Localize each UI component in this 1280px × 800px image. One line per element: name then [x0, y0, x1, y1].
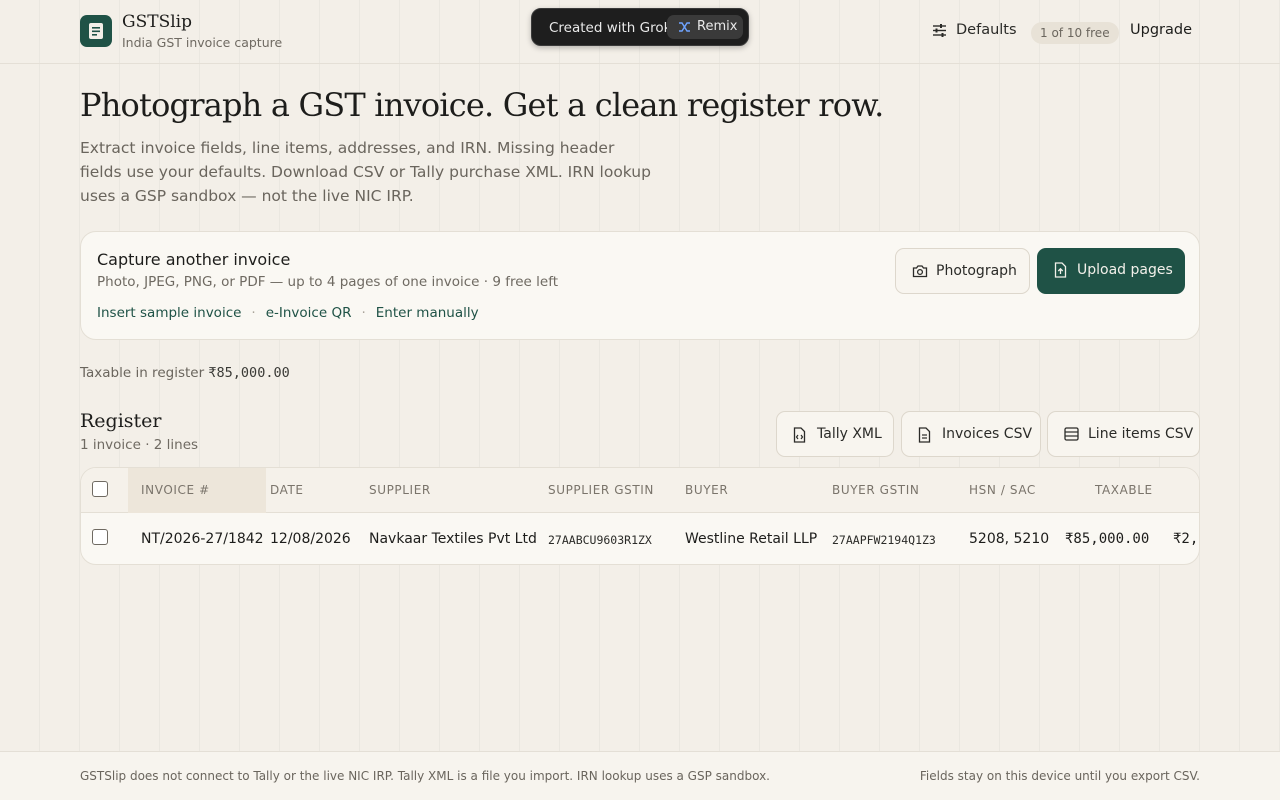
shuffle-icon	[679, 22, 690, 32]
taxable-summary: Taxable in register ₹85,000.00	[80, 365, 290, 381]
photograph-label: Photograph	[936, 263, 1017, 279]
tally-xml-button[interactable]: Tally XML	[776, 411, 894, 457]
capture-subtitle: Photo, JPEG, PNG, or PDF — up to 4 pages…	[97, 274, 559, 290]
file-upload-icon	[1054, 262, 1067, 278]
column-header-date[interactable]: DATE	[270, 483, 304, 497]
capture-links: Insert sample invoice · e-Invoice QR · Enter…	[97, 305, 479, 321]
grok-label: Created with Grok	[549, 20, 672, 36]
cell-supplier-gstin: 27AABCU9603R1ZX	[548, 533, 652, 547]
app-logo[interactable]	[80, 15, 112, 47]
column-header-taxable[interactable]: TAXABLE	[1095, 483, 1153, 497]
sliders-icon	[933, 24, 946, 37]
taxable-summary-amount: ₹85,000.00	[208, 365, 290, 381]
capture-title: Capture another invoice	[97, 250, 291, 269]
footer-privacy-note: Fields stay on this device until you exp…	[919, 769, 1200, 783]
defaults-label: Defaults	[956, 22, 1017, 38]
taxable-summary-label: Taxable in register	[80, 365, 205, 381]
column-header-supplier[interactable]: SUPPLIER	[369, 483, 431, 497]
separator-dot: ·	[361, 305, 366, 321]
upload-pages-button[interactable]: Upload pages	[1037, 248, 1185, 294]
line-items-csv-button[interactable]: Line items CSV	[1047, 411, 1200, 457]
separator-dot: ·	[251, 305, 256, 321]
register-table: INVOICE # DATE SUPPLIER SUPPLIER GSTIN B…	[80, 467, 1200, 565]
cell-next-partial: ₹2,1	[1173, 531, 1199, 547]
column-header-invoice[interactable]: INVOICE #	[141, 483, 210, 497]
cell-date: 12/08/2026	[270, 531, 351, 547]
table-header-row: INVOICE # DATE SUPPLIER SUPPLIER GSTIN B…	[81, 468, 1199, 513]
brand-tagline: India GST invoice capture	[122, 35, 283, 50]
column-header-supplier-gstin[interactable]: SUPPLIER GSTIN	[548, 483, 654, 497]
tally-xml-label: Tally XML	[817, 426, 882, 442]
document-icon	[89, 23, 103, 39]
capture-card: Capture another invoice Photo, JPEG, PNG…	[80, 231, 1200, 340]
top-bar: GSTSlip India GST invoice capture Create…	[0, 0, 1280, 64]
table-icon	[1064, 427, 1079, 441]
line-items-csv-label: Line items CSV	[1088, 426, 1194, 442]
camera-icon	[912, 265, 928, 278]
insert-sample-link[interactable]: Insert sample invoice	[97, 305, 241, 321]
page-subtitle: Extract invoice fields, line items, addr…	[80, 139, 651, 205]
upload-pages-label: Upload pages	[1077, 262, 1173, 278]
cell-taxable: ₹85,000.00	[1065, 531, 1150, 547]
footer-disclaimer: GSTSlip does not connect to Tally or the…	[80, 769, 770, 783]
remix-label: Remix	[697, 19, 738, 34]
invoices-csv-label: Invoices CSV	[942, 426, 1033, 442]
column-header-hsn-sac[interactable]: HSN / SAC	[969, 483, 1036, 497]
enter-manually-link[interactable]: Enter manually	[376, 305, 479, 321]
remix-button[interactable]: Remix	[667, 15, 743, 39]
cell-buyer-gstin: 27AAPFW2194Q1Z3	[832, 533, 936, 547]
upgrade-link[interactable]: Upgrade	[1130, 22, 1192, 38]
file-code-icon	[793, 427, 806, 443]
invoices-csv-button[interactable]: Invoices CSV	[901, 411, 1041, 457]
einvoice-qr-link[interactable]: e-Invoice QR	[266, 305, 352, 321]
brand-name: GSTSlip	[122, 12, 192, 32]
cell-invoice-number: NT/2026-27/1842	[141, 531, 264, 547]
cell-buyer: Westline Retail LLP	[685, 531, 818, 547]
free-usage-badge: 1 of 10 free	[1031, 22, 1119, 44]
cell-supplier: Navkaar Textiles Pvt Ltd	[369, 531, 537, 547]
column-header-buyer-gstin[interactable]: BUYER GSTIN	[832, 483, 919, 497]
page-title: Photograph a GST invoice. Get a clean re…	[80, 86, 884, 124]
row-checkbox[interactable]	[92, 529, 108, 545]
column-header-buyer[interactable]: BUYER	[685, 483, 728, 497]
grok-banner: Created with Grok Remix	[531, 8, 749, 46]
file-text-icon	[918, 427, 931, 443]
register-title: Register	[80, 410, 162, 432]
photograph-button[interactable]: Photograph	[895, 248, 1030, 294]
register-subtitle: 1 invoice · 2 lines	[80, 437, 199, 453]
cell-hsn-sac: 5208, 5210	[969, 531, 1050, 547]
select-all-checkbox[interactable]	[92, 481, 108, 497]
footer: GSTSlip does not connect to Tally or the…	[0, 751, 1280, 800]
